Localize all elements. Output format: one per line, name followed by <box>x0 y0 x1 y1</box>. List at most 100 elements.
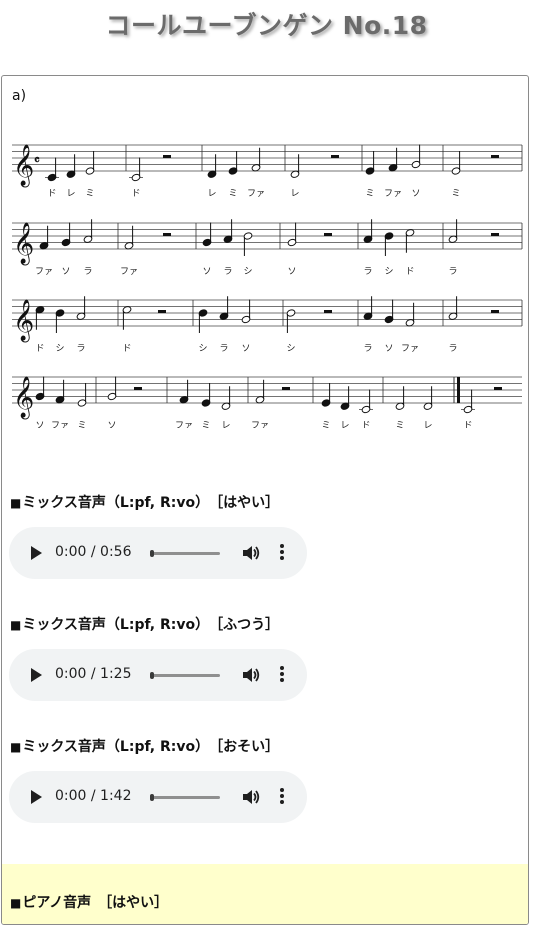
solfege-syllable: レ <box>207 189 216 199</box>
solfege-syllable: ラ <box>363 343 372 354</box>
half-rest <box>324 310 332 313</box>
solfege-syllable: ソ <box>107 421 116 428</box>
seek-bar[interactable] <box>150 672 220 679</box>
solfege-syllable: シ <box>384 267 393 277</box>
solfege-syllable: ド <box>35 344 44 354</box>
solfege-syllable: シ <box>286 344 295 354</box>
half-rest <box>491 233 499 236</box>
solfege-syllable: シ <box>243 267 252 277</box>
time-display: 0:00 / 0:56 <box>55 544 132 560</box>
piano-audio-heading: ■ピアノ音声 ［はやい］ <box>10 892 168 912</box>
bullet-square-icon: ■ <box>10 618 22 632</box>
half-rest <box>491 310 499 313</box>
solfege-syllable: レ <box>423 421 432 428</box>
play-icon[interactable] <box>31 546 42 560</box>
common-time-icon: 𝄴 <box>34 154 40 169</box>
solfege-syllable: ソ <box>384 344 393 354</box>
play-icon[interactable] <box>31 668 42 682</box>
audio-player-fast[interactable]: 0:00 / 0:56 <box>9 527 307 579</box>
half-rest <box>158 310 166 313</box>
volume-icon[interactable] <box>241 543 261 563</box>
section-heading-text: ミックス音声（L:pf, R:vo） ［ふつう］ <box>22 617 280 633</box>
sheet-music: 𝄞 𝄴ドレミドレミファレミファソミ𝄞ファソラファソラシソラシドラ𝄞ドシラドシラソシ… <box>12 144 523 428</box>
more-options-icon[interactable] <box>275 786 289 808</box>
more-options-icon[interactable] <box>275 664 289 686</box>
half-rest <box>494 387 502 390</box>
half-rest <box>331 155 339 158</box>
solfege-syllable: ミ <box>77 421 86 428</box>
solfege-syllable: ソ <box>35 421 44 428</box>
play-icon[interactable] <box>31 790 42 804</box>
time-display: 0:00 / 1:25 <box>55 666 132 682</box>
solfege-syllable: ド <box>463 421 472 428</box>
treble-clef-icon: 𝄞 <box>13 299 34 342</box>
section-heading-text: ミックス音声（L:pf, R:vo） ［おそい］ <box>22 739 280 755</box>
solfege-syllable: ファ <box>51 421 69 428</box>
solfege-syllable: ファ <box>175 421 193 428</box>
solfege-syllable: ラ <box>448 343 457 354</box>
half-rest <box>163 155 171 158</box>
solfege-syllable: ラ <box>219 343 228 354</box>
mix-audio-heading-normal: ■ミックス音声（L:pf, R:vo） ［ふつう］ <box>10 614 279 634</box>
exercise-label: a) <box>12 88 27 104</box>
solfege-syllable: ファ <box>384 189 402 199</box>
solfege-syllable: ド <box>47 189 56 199</box>
time-display: 0:00 / 1:42 <box>55 788 132 804</box>
solfege-syllable: ラ <box>363 266 372 277</box>
solfege-syllable: ラ <box>83 266 92 277</box>
solfege-syllable: ファ <box>401 344 419 354</box>
final-bar-line <box>457 377 460 403</box>
solfege-syllable: ラ <box>448 266 457 277</box>
solfege-syllable: ソ <box>202 267 211 277</box>
solfege-syllable: ミ <box>451 189 460 199</box>
bullet-square-icon: ■ <box>10 896 22 910</box>
mix-audio-heading-fast: ■ミックス音声（L:pf, R:vo） ［はやい］ <box>10 492 279 512</box>
solfege-syllable: ミ <box>201 421 210 428</box>
solfege-syllable: ソ <box>241 344 250 354</box>
half-rest <box>324 233 332 236</box>
solfege-syllable: ソ <box>287 267 296 277</box>
bullet-square-icon: ■ <box>10 740 22 754</box>
solfege-syllable: ラ <box>223 266 232 277</box>
solfege-syllable: レ <box>290 189 299 199</box>
solfege-syllable: ファ <box>35 267 53 277</box>
seek-bar[interactable] <box>150 794 220 801</box>
seek-handle[interactable] <box>150 672 154 679</box>
half-rest <box>491 155 499 158</box>
audio-player-slow[interactable]: 0:00 / 1:42 <box>9 771 307 823</box>
audio-player-normal[interactable]: 0:00 / 1:25 <box>9 649 307 701</box>
section-heading-text: ピアノ音声 ［はやい］ <box>22 895 169 911</box>
solfege-syllable: ド <box>405 267 414 277</box>
solfege-syllable: ミ <box>85 189 94 199</box>
volume-icon[interactable] <box>241 787 261 807</box>
solfege-syllable: ミ <box>321 421 330 428</box>
seek-bar[interactable] <box>150 550 220 557</box>
solfege-syllable: ソ <box>61 267 70 277</box>
solfege-syllable: ミ <box>395 421 404 428</box>
volume-icon[interactable] <box>241 665 261 685</box>
solfege-syllable: レ <box>221 421 230 428</box>
bullet-square-icon: ■ <box>10 496 22 510</box>
more-options-icon[interactable] <box>275 542 289 564</box>
solfege-syllable: ファ <box>251 421 269 428</box>
content-panel: a) 𝄞 𝄴 ドレミドレミファレミファソミ 𝄞 ファソラファソラシソラシドラ 𝄞 ドシラドシ… <box>1 75 529 925</box>
half-rest <box>282 387 290 390</box>
treble-clef-icon: 𝄞 <box>13 376 34 419</box>
seek-handle[interactable] <box>150 550 154 557</box>
solfege-syllable: ミ <box>365 189 374 199</box>
solfege-syllable: ド <box>361 421 370 428</box>
mix-audio-heading-slow: ■ミックス音声（L:pf, R:vo） ［おそい］ <box>10 736 279 756</box>
half-rest <box>134 387 142 390</box>
solfege-syllable: ラ <box>76 343 85 354</box>
seek-handle[interactable] <box>150 794 154 801</box>
solfege-syllable: ミ <box>228 189 237 199</box>
solfege-syllable: ド <box>131 189 140 199</box>
piano-audio-section: ■ピアノ音声 ［はやい］ <box>2 864 528 924</box>
solfege-syllable: ソ <box>411 189 420 199</box>
half-rest <box>163 233 171 236</box>
solfege-syllable: ファ <box>247 189 265 199</box>
solfege-syllable: ド <box>122 344 131 354</box>
treble-clef-icon: 𝄞 <box>13 144 34 187</box>
section-heading-text: ミックス音声（L:pf, R:vo） ［はやい］ <box>22 495 280 511</box>
page-title: コールユーブンゲン No.18 <box>105 11 428 40</box>
